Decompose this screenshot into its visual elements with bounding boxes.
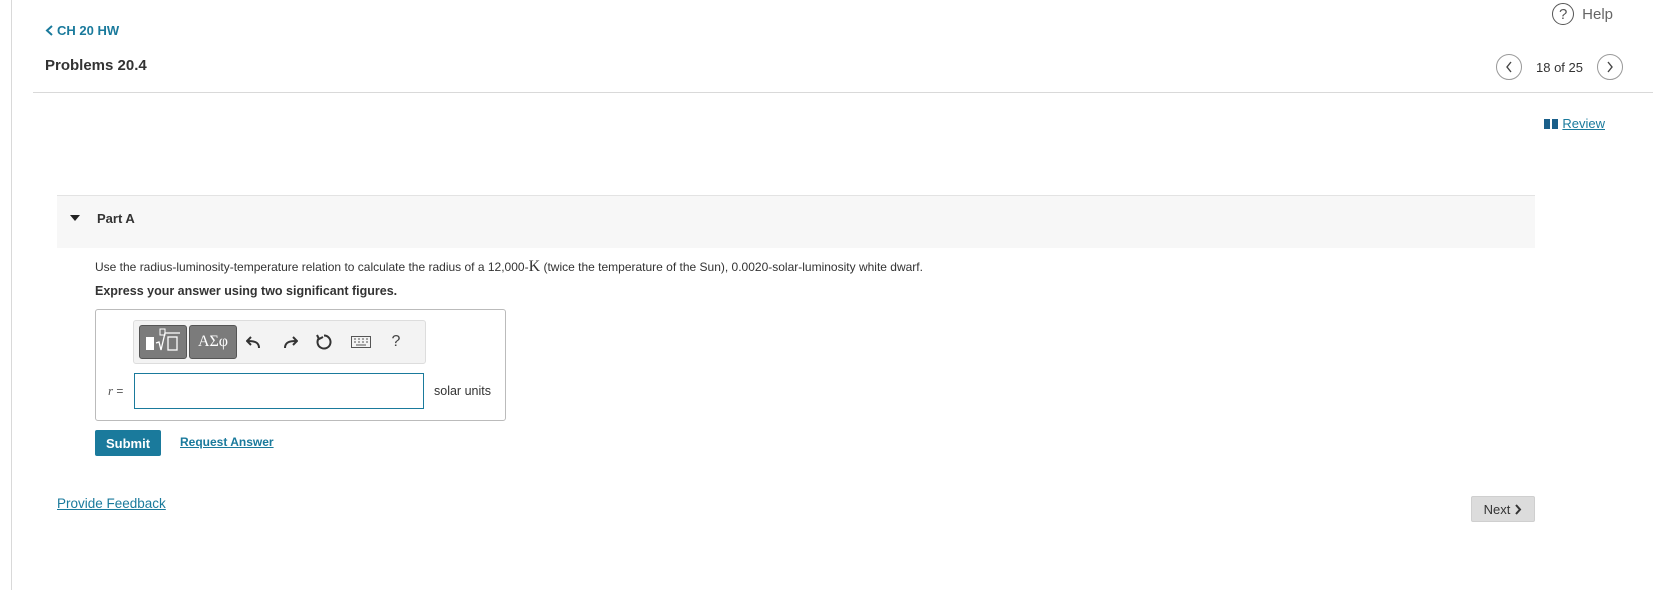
chevron-left-icon: [45, 25, 53, 36]
question-text: Use the radius-luminosity-temperature re…: [95, 258, 923, 276]
reset-icon: [316, 334, 332, 350]
templates-button[interactable]: [139, 325, 187, 359]
question-unit: K: [528, 258, 541, 275]
caret-down-icon: [70, 215, 80, 221]
left-border: [11, 0, 12, 590]
math-toolbar: ΑΣφ ?: [133, 320, 426, 364]
keyboard-button[interactable]: [349, 332, 373, 352]
page-title: Problems 20.4: [45, 57, 147, 74]
answer-variable-label: r =: [108, 383, 123, 399]
chevron-right-icon: [1515, 503, 1522, 515]
review-label: Review: [1562, 116, 1605, 131]
book-icon: [1544, 118, 1559, 129]
back-to-assignment-link[interactable]: CH 20 HW: [45, 23, 119, 38]
back-link-label: CH 20 HW: [57, 23, 120, 38]
answer-input[interactable]: [134, 373, 424, 409]
request-answer-link[interactable]: Request Answer: [180, 435, 274, 449]
keyboard-icon: [351, 336, 371, 348]
redo-icon: [284, 336, 298, 349]
answer-box: ΑΣφ ? r = solar units: [95, 309, 506, 421]
help-icon: ?: [1552, 3, 1575, 25]
next-button-label: Next: [1483, 501, 1511, 517]
chevron-left-icon: [1506, 61, 1512, 73]
help-label: Help: [1582, 5, 1613, 23]
review-link[interactable]: Review: [1544, 116, 1605, 131]
provide-feedback-link[interactable]: Provide Feedback: [57, 496, 166, 511]
next-button[interactable]: Next: [1471, 496, 1535, 522]
previous-question-button[interactable]: [1496, 54, 1522, 80]
help-link[interactable]: ? Help: [1552, 3, 1613, 25]
answer-instruction: Express your answer using two significan…: [95, 284, 398, 298]
submit-button[interactable]: Submit: [95, 430, 161, 456]
answer-equals: =: [113, 384, 124, 398]
reset-button[interactable]: [314, 332, 334, 352]
header-divider: [33, 92, 1653, 93]
answer-units: solar units: [434, 384, 491, 398]
pager-count: 18 of 25: [1536, 59, 1583, 75]
question-text-end: (twice the temperature of the Sun), 0.00…: [540, 260, 923, 274]
greek-symbols-button[interactable]: ΑΣφ: [189, 325, 237, 359]
question-pager: 18 of 25: [1496, 54, 1623, 80]
part-title: Part A: [97, 211, 135, 226]
chevron-right-icon: [1607, 61, 1613, 73]
part-header[interactable]: Part A: [57, 195, 1535, 248]
redo-button[interactable]: [280, 332, 300, 352]
templates-icon: [146, 328, 180, 351]
undo-icon: [246, 336, 260, 349]
math-help-button[interactable]: ?: [386, 332, 406, 352]
undo-button[interactable]: [244, 332, 264, 352]
question-text-start: Use the radius-luminosity-temperature re…: [95, 260, 529, 274]
next-question-button[interactable]: [1597, 54, 1623, 80]
